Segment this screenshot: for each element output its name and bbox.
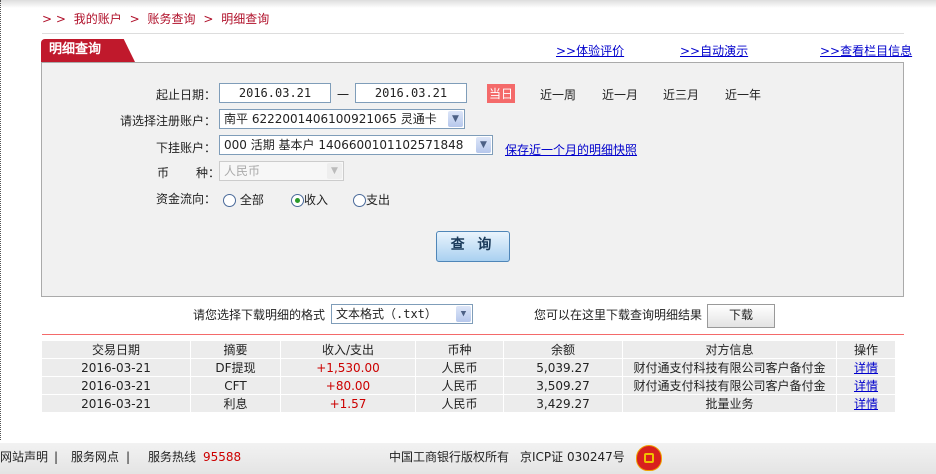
- breadcrumb-sep: >: [203, 12, 214, 26]
- breadcrumb-sep: >: [129, 12, 140, 26]
- details-link[interactable]: 详情: [837, 377, 895, 394]
- format-select[interactable]: 文本格式（.txt） ▼: [331, 304, 473, 324]
- details-link[interactable]: 详情: [837, 395, 895, 412]
- cell-counterparty: 财付通支付科技有限公司客户备付金: [623, 359, 836, 376]
- cell-balance: 3,429.27: [504, 395, 622, 412]
- cell-amount: +1.57: [281, 395, 415, 412]
- cell-summary: DF提现: [191, 359, 280, 376]
- details-link[interactable]: 详情: [837, 359, 895, 376]
- date-label: 起止日期：: [155, 88, 216, 102]
- format-value: 文本格式（.txt）: [336, 307, 437, 321]
- chevron-down-icon: ▼: [456, 306, 471, 322]
- cell-summary: 利息: [191, 395, 280, 412]
- icbc-logo: [636, 445, 662, 471]
- format-label: 请您选择下载明细的格式: [193, 308, 326, 322]
- cell-amount: +80.00: [281, 377, 415, 394]
- snapshot-link[interactable]: 保存近一个月的明细快照: [505, 141, 637, 158]
- range-3months[interactable]: 近三月: [663, 86, 699, 103]
- radio-icon: [353, 194, 366, 207]
- hotline-label: 服务热线: [148, 450, 197, 464]
- flow-income-radio[interactable]: 收入: [291, 191, 328, 208]
- radio-checked-icon: [291, 194, 304, 207]
- chevron-down-icon: ▼: [448, 111, 463, 127]
- range-month[interactable]: 近一月: [602, 86, 638, 103]
- cell-date: 2016-03-21: [42, 359, 190, 376]
- table-row: 2016-03-21 DF提现 +1,530.00 人民币 5,039.27 财付通支付科…: [42, 359, 895, 376]
- cell-balance: 3,509.27: [504, 377, 622, 394]
- chevron-down-icon: ▼: [476, 137, 491, 153]
- auto-demo-link[interactable]: >>自动演示: [680, 42, 748, 59]
- footer-sep: |: [126, 450, 131, 464]
- start-date-input[interactable]: 2016.03.21: [219, 83, 331, 103]
- account-select[interactable]: 南平 6222001406100921065 灵通卡 ▼: [219, 109, 465, 129]
- breadcrumb-detail-query: 明细查询: [221, 12, 270, 26]
- chevron-down-icon: ▼: [327, 163, 342, 179]
- flow-label: 资金流向：: [156, 192, 217, 206]
- column-info-link[interactable]: >>查看栏目信息: [820, 42, 912, 59]
- radio-icon: [223, 194, 236, 207]
- col-date: 交易日期: [42, 341, 190, 358]
- download-hint: 您可以在这里下载查询明细结果: [534, 308, 703, 322]
- download-button[interactable]: 下载: [707, 304, 775, 328]
- cell-amount: +1,530.00: [281, 359, 415, 376]
- breadcrumb-account-query[interactable]: 账务查询: [148, 12, 196, 26]
- footer-sep: |: [54, 450, 59, 464]
- currency-value: 人民币: [224, 164, 261, 178]
- col-amount: 收入/支出: [281, 341, 415, 358]
- transactions-table: 交易日期 摘要 收入/支出 币种 余额 对方信息 操作 2016-03-21 DF…: [41, 340, 896, 413]
- sub-account-label: 下挂账户：: [155, 141, 216, 155]
- cell-summary: CFT: [191, 377, 280, 394]
- currency-label: 币: [157, 166, 170, 180]
- flow-all-radio[interactable]: 全部: [223, 191, 264, 208]
- feedback-link[interactable]: >>体验评价: [556, 42, 624, 59]
- flow-expense-radio[interactable]: 支出: [353, 191, 390, 208]
- range-week[interactable]: 近一周: [540, 86, 576, 103]
- date-dash: 一: [337, 88, 350, 102]
- table-row: 2016-03-21 CFT +80.00 人民币 3,509.27 财付通支付科技有限公…: [42, 377, 895, 394]
- query-button[interactable]: 查 询: [436, 231, 510, 262]
- breadcrumb-sep: > >: [42, 12, 66, 26]
- icp-number: 京ICP证 030247号: [520, 450, 625, 464]
- col-counterparty: 对方信息: [623, 341, 836, 358]
- currency-label-2: 种：: [196, 166, 221, 180]
- cell-currency: 人民币: [416, 395, 503, 412]
- col-action: 操作: [837, 341, 895, 358]
- account-label: 请选择注册账户：: [119, 114, 216, 128]
- col-summary: 摘要: [191, 341, 280, 358]
- cell-counterparty: 批量业务: [623, 395, 836, 412]
- sub-account-select[interactable]: 000 活期 基本户 1406600101102571848 ▼: [219, 135, 493, 155]
- service-outlets-link[interactable]: 服务网点: [71, 443, 119, 471]
- table-row: 2016-03-21 利息 +1.57 人民币 3,429.27 批量业务 详情: [42, 395, 895, 412]
- currency-select[interactable]: 人民币 ▼: [219, 161, 344, 181]
- divider: [42, 334, 904, 335]
- site-statement-link[interactable]: 网站声明: [0, 443, 48, 471]
- table-header: 交易日期 摘要 收入/支出 币种 余额 对方信息 操作: [42, 341, 895, 358]
- cell-date: 2016-03-21: [42, 395, 190, 412]
- frame-edge: [0, 0, 2, 440]
- sub-account-value: 000 活期 基本户 1406600101102571848: [224, 138, 464, 152]
- range-year[interactable]: 近一年: [725, 86, 761, 103]
- flow-all-label: 全部: [239, 193, 264, 207]
- footer: 网站声明 | 服务网点 | 服务热线 95588 中国工商银行版权所有 京ICP…: [0, 443, 936, 474]
- breadcrumb-my-account[interactable]: 我的账户: [74, 12, 122, 26]
- col-balance: 余额: [504, 341, 622, 358]
- copyright: 中国工商银行版权所有: [389, 450, 510, 464]
- cell-currency: 人民币: [416, 359, 503, 376]
- flow-expense-label: 支出: [366, 193, 391, 207]
- range-today[interactable]: 当日: [487, 84, 516, 103]
- cell-balance: 5,039.27: [504, 359, 622, 376]
- tab-detail-query[interactable]: 明细查询: [41, 39, 135, 62]
- hotline-number: 95588: [203, 450, 242, 464]
- cell-currency: 人民币: [416, 377, 503, 394]
- top-shade: [0, 0, 936, 8]
- divider: [42, 33, 904, 34]
- end-date-input[interactable]: 2016.03.21: [355, 83, 467, 103]
- cell-counterparty: 财付通支付科技有限公司客户备付金: [623, 377, 836, 394]
- account-value: 南平 6222001406100921065 灵通卡: [224, 112, 437, 126]
- cell-date: 2016-03-21: [42, 377, 190, 394]
- breadcrumb: > > 我的账户 > 账务查询 > 明细查询: [42, 10, 273, 27]
- flow-income-label: 收入: [304, 193, 329, 207]
- col-currency: 币种: [416, 341, 503, 358]
